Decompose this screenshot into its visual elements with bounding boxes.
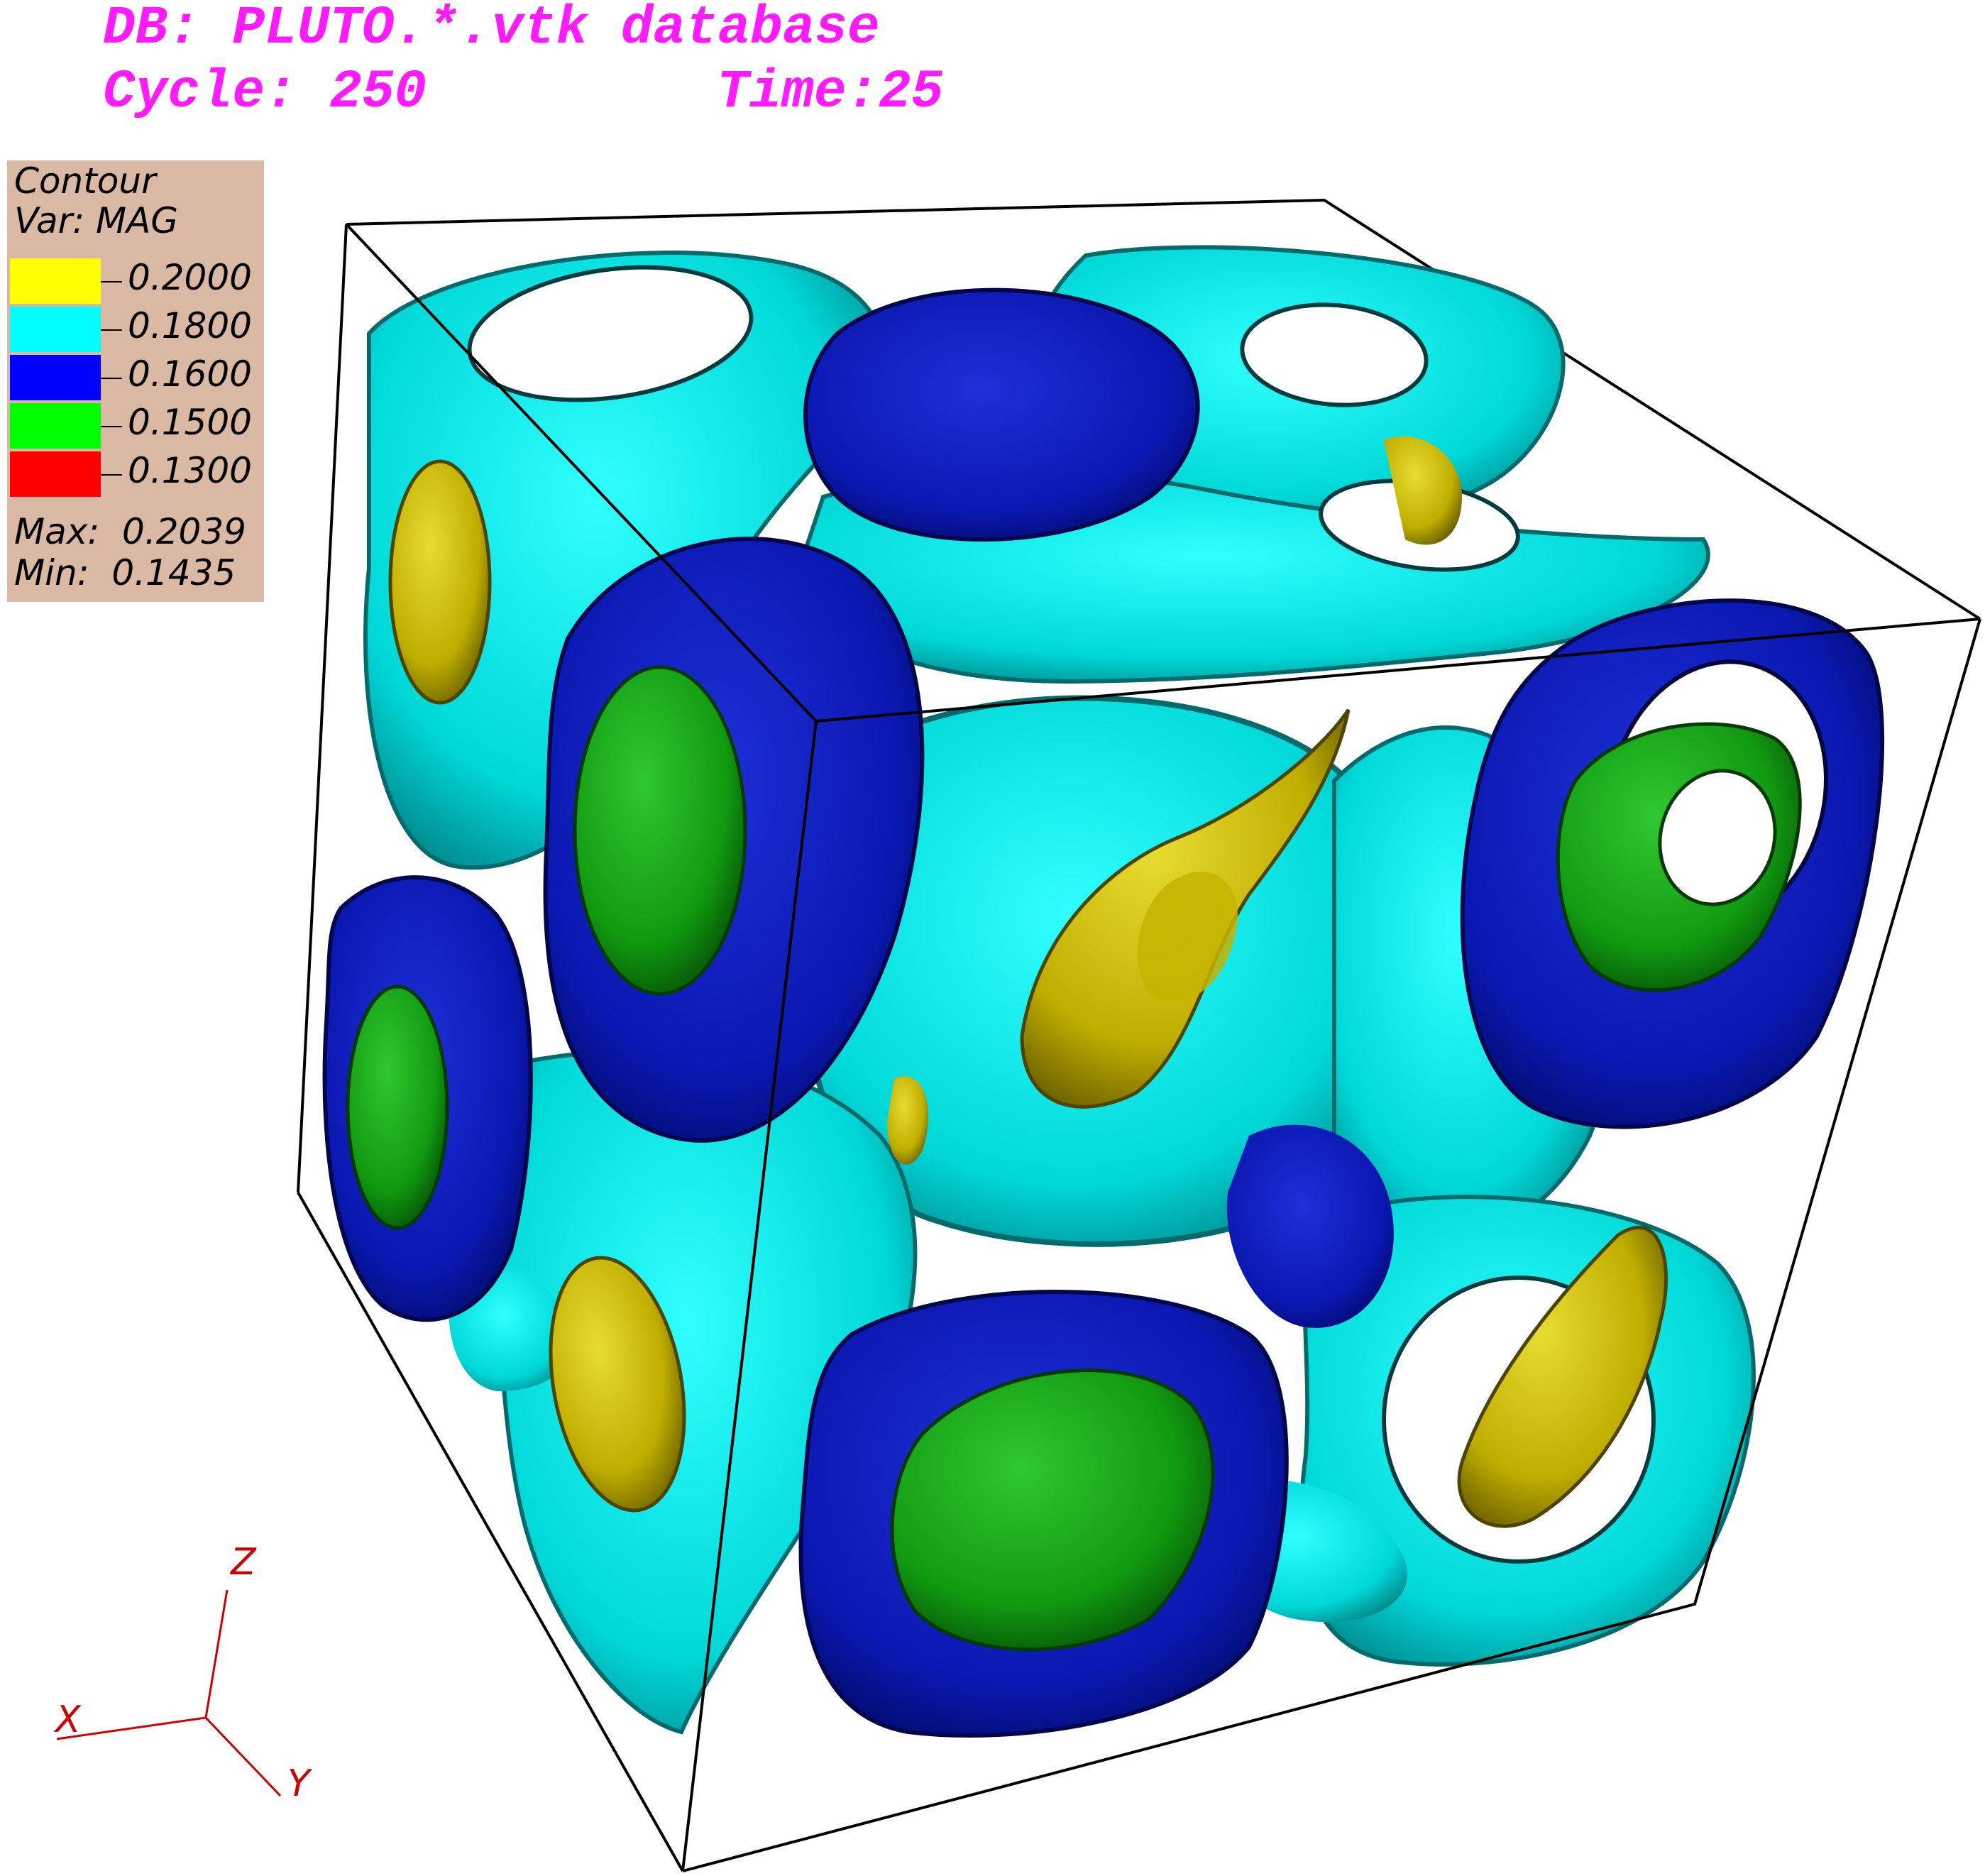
contour-render-view[interactable]: Z X Y: [0, 0, 1985, 1876]
z-axis-line: [204, 1589, 229, 1718]
axis-triad: [56, 1589, 282, 1797]
y-axis-label: Y: [287, 1762, 313, 1805]
z-axis-label: Z: [229, 1541, 257, 1584]
x-axis-label: X: [53, 1699, 82, 1741]
y-axis-line: [204, 1716, 282, 1797]
